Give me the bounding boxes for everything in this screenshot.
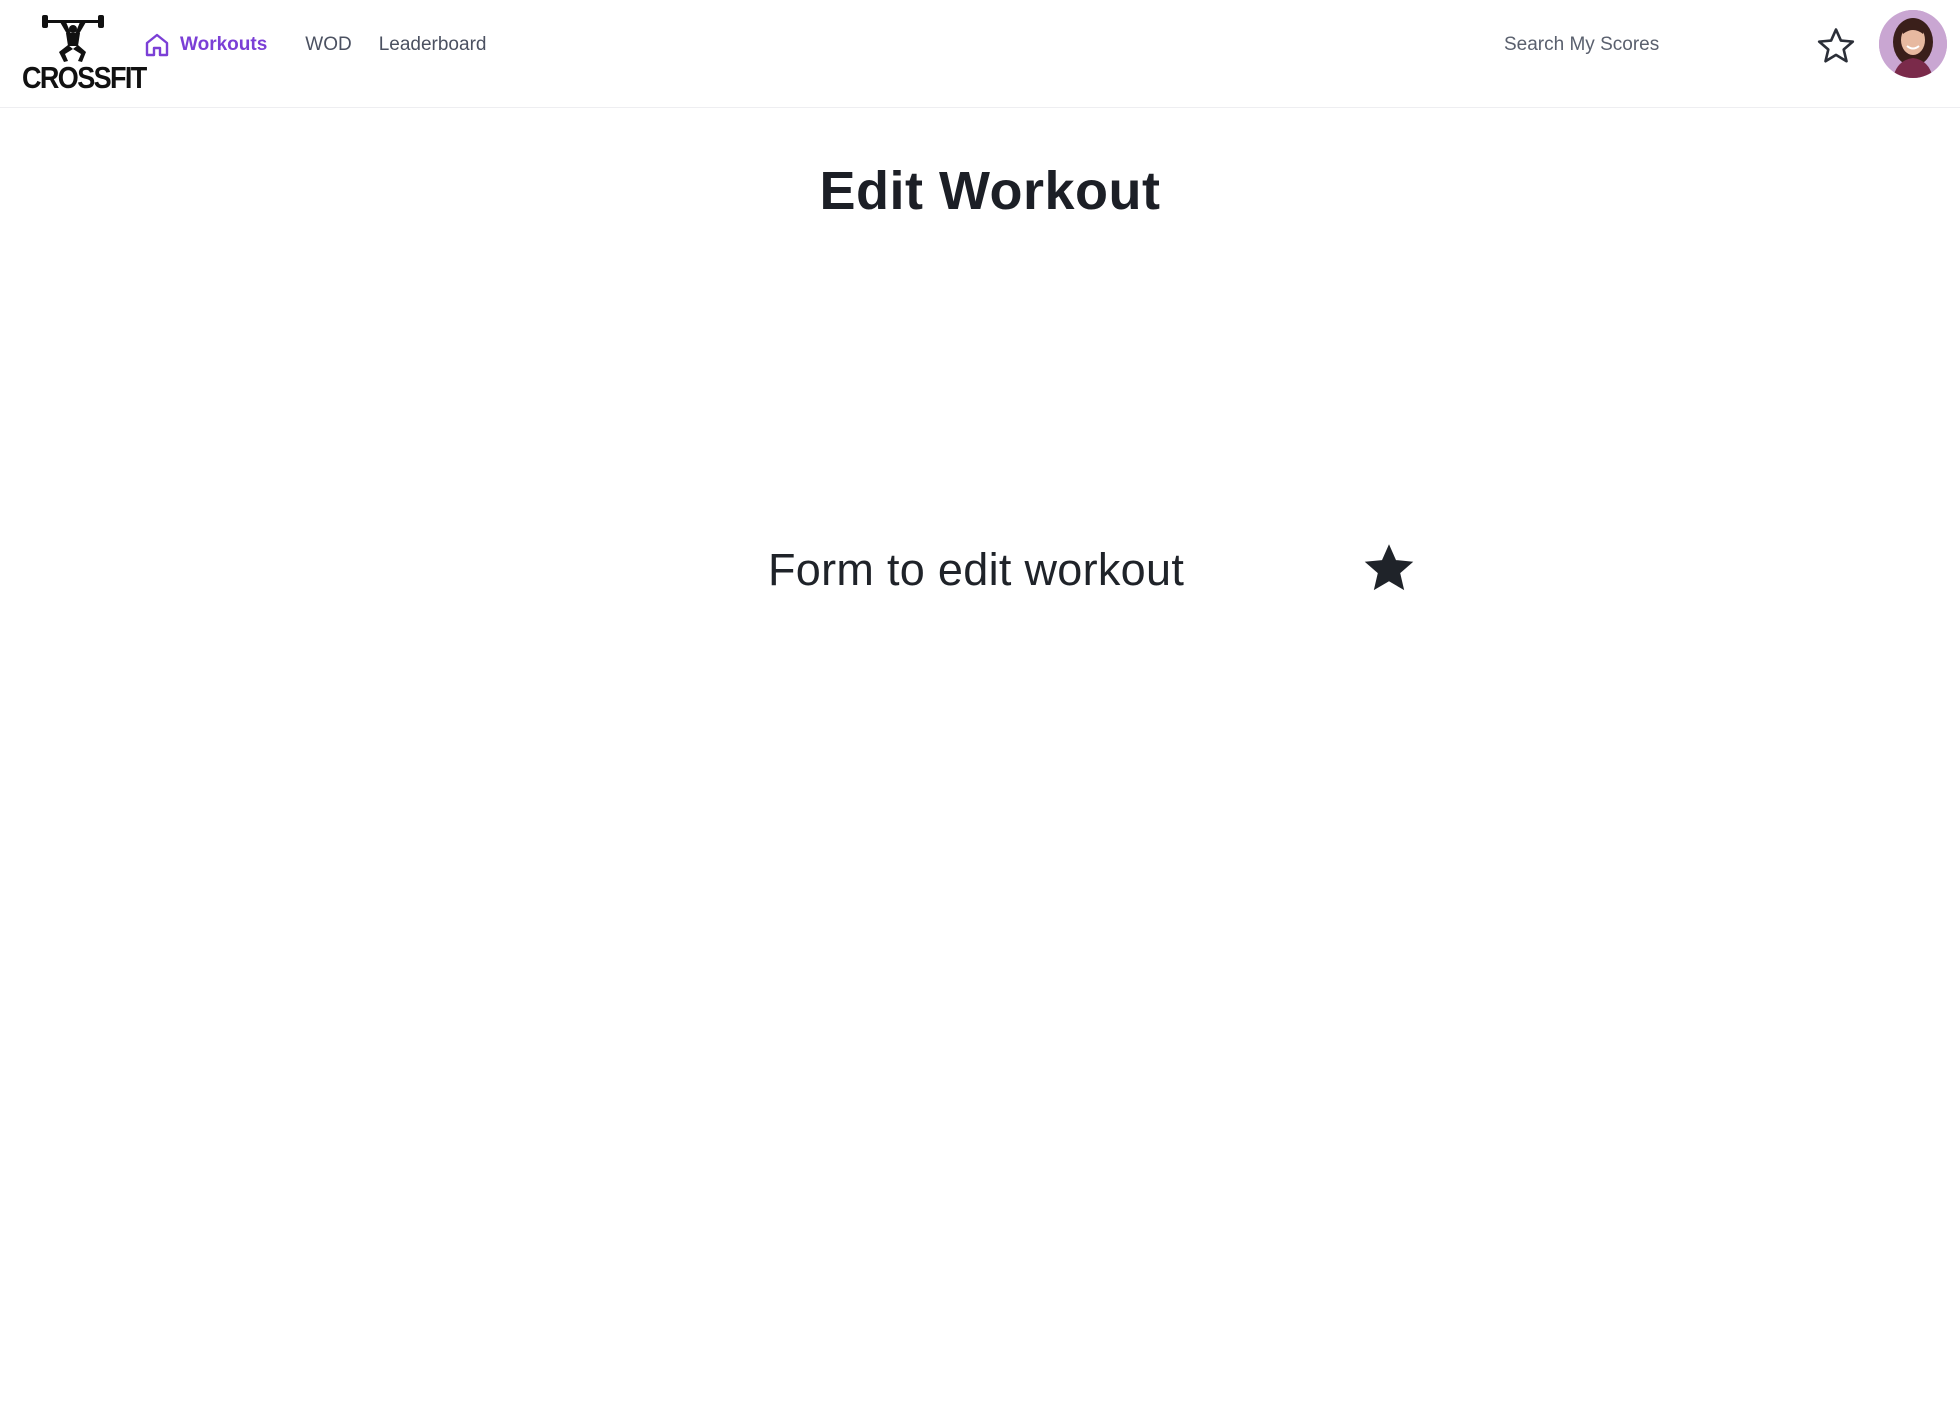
nav-item-workouts[interactable]: Workouts xyxy=(143,28,267,62)
star-filled-icon[interactable] xyxy=(1360,540,1418,596)
nav-item-leaderboard[interactable]: Leaderboard xyxy=(379,28,487,62)
avatar-image xyxy=(1879,10,1947,78)
crossfit-logo[interactable]: CROSSFIT xyxy=(22,14,147,95)
edit-workout-form-placeholder: Form to edit workout xyxy=(768,540,1184,600)
search-input[interactable] xyxy=(1496,26,1766,64)
favorites-button[interactable] xyxy=(1812,22,1860,70)
nav-item-wod[interactable]: WOD xyxy=(305,28,351,62)
weightlifter-icon xyxy=(42,15,104,62)
nav-item-label: Workouts xyxy=(180,34,268,55)
top-navigation-bar: CROSSFIT Workouts WOD Leaderboard xyxy=(0,0,1960,108)
main-nav: Workouts WOD Leaderboard xyxy=(143,28,486,62)
user-avatar[interactable] xyxy=(1879,10,1947,78)
page-title: Edit Workout xyxy=(819,161,1161,221)
logo-wordmark: CROSSFIT xyxy=(22,61,147,95)
home-icon xyxy=(145,33,169,57)
star-outline-icon xyxy=(1817,28,1855,63)
nav-item-label: Leaderboard xyxy=(378,34,487,55)
form-placeholder-text: Form to edit workout xyxy=(768,544,1185,595)
nav-item-label: WOD xyxy=(305,34,352,55)
